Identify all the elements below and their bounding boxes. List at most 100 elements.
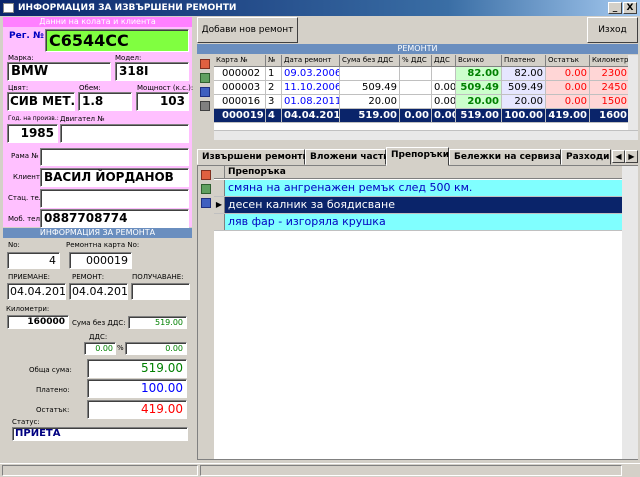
volume-field[interactable]: 1.8 (78, 92, 132, 111)
engine-field[interactable] (60, 124, 189, 143)
repair-no-field[interactable]: 4 (7, 252, 60, 269)
rec-header-indicator (214, 166, 225, 178)
tab-scroll-left-button[interactable]: ◀ (612, 150, 625, 163)
paid-label: Платено: (36, 386, 70, 394)
current-row-indicator: ▶ (214, 197, 225, 213)
mobile-field[interactable]: 0887708774 (40, 209, 189, 228)
rec-header: Препоръка (214, 166, 622, 179)
accept-date-field[interactable]: 04.04.2012 (7, 283, 66, 300)
rec-vscrollbar[interactable] (622, 166, 638, 459)
km-field[interactable]: 160000 (7, 315, 69, 329)
tab-5[interactable]: Разходи (561, 149, 611, 165)
grid-column-header[interactable]: % ДДС (400, 55, 432, 67)
tab-4[interactable]: Бележки на сервиза (449, 149, 561, 165)
vat-label: ДДС: (89, 333, 108, 341)
grid-column-header[interactable]: № (266, 55, 282, 67)
accept-date-label: ПРИЕМАНЕ: (8, 273, 51, 281)
grid-column-header[interactable]: Платено (502, 55, 546, 67)
vat-percent-field[interactable]: 0.00 (84, 342, 116, 355)
grid-column-header[interactable]: Карта № (214, 55, 266, 67)
rest-field[interactable]: 419.00 (87, 400, 187, 419)
close-button[interactable]: X (623, 2, 637, 14)
client-section: Рег. № С6544СС Марка: BMW Модел: 318I Цв… (3, 27, 193, 228)
table-row[interactable]: 000003 2 11.10.2006 509.49 0.00 509.49 509.49 0… (214, 81, 628, 95)
grid-column-header[interactable]: ДДС (432, 55, 456, 67)
volume-label: Обем: (79, 84, 101, 92)
list-item[interactable]: ляв фар - изгоряла крушка (214, 214, 622, 231)
reg-label: Рег. № (9, 31, 44, 41)
tab-2[interactable]: Вложени части (305, 149, 389, 165)
repair-card-field[interactable]: 000019 (69, 252, 132, 269)
make-field[interactable]: BMW (7, 62, 111, 81)
table-cell: 82.00 (502, 67, 546, 81)
grid-column-header[interactable]: Сума без ДДС (340, 55, 400, 67)
table-cell: 519.00 (340, 109, 400, 123)
grid-column-header[interactable]: Дата ремонт (282, 55, 340, 67)
power-field[interactable]: 103 (136, 92, 189, 111)
table-cell: 20.00 (502, 95, 546, 109)
row-indicator (214, 180, 225, 196)
repairs-grid-hscrollbar[interactable] (214, 130, 638, 140)
total-field[interactable]: 519.00 (87, 359, 187, 378)
table-cell: 519.00 (456, 109, 502, 123)
receive-date-field[interactable] (131, 283, 190, 300)
frame-label: Рама № (11, 152, 39, 160)
grid-column-header[interactable]: Остатък (546, 55, 590, 67)
grid-refresh-icon[interactable] (200, 87, 210, 97)
grid-column-header[interactable]: Всичко (456, 55, 502, 67)
table-cell: 000002 (214, 67, 266, 81)
model-field[interactable]: 318I (115, 62, 189, 81)
repair-date-field[interactable]: 04.04.2012 (69, 283, 128, 300)
client-section-header: Данни на колата и клиента (3, 17, 192, 27)
percent-sign: % (117, 344, 124, 352)
vat-field[interactable]: 0.00 (125, 342, 187, 355)
table-row[interactable]: 000016 3 01.08.2011 20.00 0.00 20.00 20.00 0.00… (214, 95, 628, 109)
repair-section-header: ИНФОРМАЦИЯ ЗА РЕМОНТА (3, 228, 192, 238)
year-field[interactable]: 1985 (7, 124, 58, 143)
tab-scroll-right-button[interactable]: ▶ (625, 150, 638, 163)
grid-edit-icon[interactable] (200, 73, 210, 83)
engine-label: Двигател № (60, 115, 105, 123)
table-cell: 000003 (214, 81, 266, 95)
color-field[interactable]: СИВ МЕТ. (7, 92, 75, 111)
tab-1[interactable]: Извършени ремонти (197, 149, 309, 165)
client-name-field[interactable]: ВАСИЛ ЙОРДАНОВ (40, 168, 189, 187)
table-cell (432, 67, 456, 81)
print-icon[interactable] (200, 101, 210, 111)
tab-3[interactable]: Препоръки (386, 147, 449, 166)
table-cell: 509.49 (456, 81, 502, 95)
list-item-selected[interactable]: ▶ десен калник за боядисване (214, 197, 622, 214)
novat-field[interactable]: 519.00 (128, 316, 187, 329)
table-cell: 0.00 (546, 95, 590, 109)
table-cell: 2450 (590, 81, 628, 95)
grid-column-header[interactable]: Километри (590, 55, 628, 67)
table-cell: 0.00 (400, 109, 432, 123)
table-cell (400, 81, 432, 95)
grid-add-icon[interactable] (200, 59, 210, 69)
repairs-grid-vscrollbar[interactable] (628, 55, 638, 130)
rec-add-icon[interactable] (201, 170, 211, 180)
table-cell: 09.03.2006 (282, 67, 340, 81)
rec-refresh-icon[interactable] (201, 198, 211, 208)
add-repair-button[interactable]: Добави нов ремонт (197, 17, 298, 43)
repair-no-label: No: (8, 241, 20, 249)
repairs-grid-title: РЕМОНТИ (197, 44, 638, 54)
paid-field[interactable]: 100.00 (87, 379, 187, 398)
table-cell: 509.49 (502, 81, 546, 95)
phone-field[interactable] (40, 189, 189, 208)
table-cell: 419.00 (546, 109, 590, 123)
exit-button[interactable]: Изход (587, 17, 638, 43)
rec-edit-icon[interactable] (201, 184, 211, 194)
status-field[interactable]: ПРИЕТА (12, 427, 188, 441)
minimize-button[interactable]: _ (608, 2, 622, 14)
app-icon (3, 3, 14, 13)
table-row-selected[interactable]: 000019404.04.2012519.000.000.00519.00100… (214, 109, 628, 123)
list-item[interactable]: смяна на ангренажен ремък след 500 км. (214, 180, 622, 197)
rec-toolbar (198, 166, 214, 459)
table-row[interactable]: 000002 1 09.03.2006 82.00 82.00 0.00 2300 (214, 67, 628, 81)
reg-number-field[interactable]: С6544СС (45, 29, 189, 52)
table-cell: 0.00 (432, 81, 456, 95)
frame-field[interactable] (40, 148, 189, 166)
status-label: Статус: (12, 418, 40, 426)
table-cell: 000019 (214, 109, 266, 123)
